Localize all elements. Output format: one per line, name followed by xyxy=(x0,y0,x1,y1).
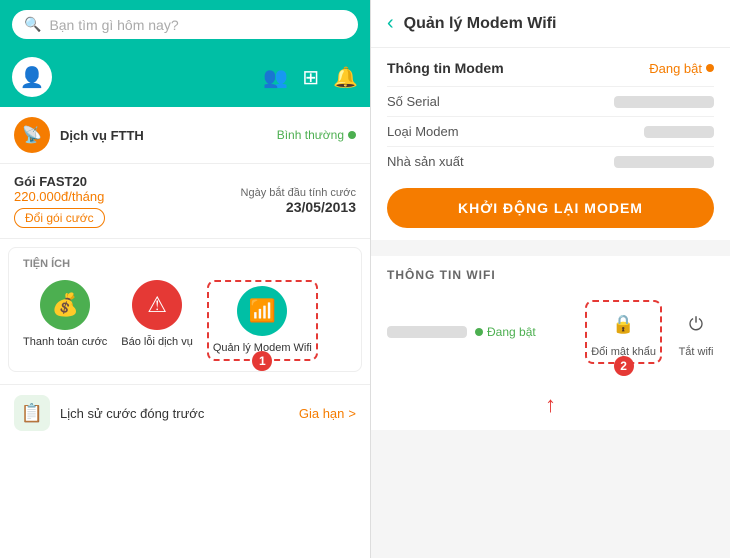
status-dot xyxy=(348,131,356,139)
search-input-wrap[interactable]: 🔍 Bạn tìm gì hôm nay? xyxy=(12,10,358,39)
history-action[interactable]: Gia hạn > xyxy=(299,406,356,421)
turn-off-wifi-label: Tắt wifi xyxy=(679,346,714,358)
plan-left: Gói FAST20 220.000đ/tháng Đổi gói cước xyxy=(14,174,105,228)
search-bar: 🔍 Bạn tìm gì hôm nay? xyxy=(0,0,370,49)
history-left: 📋 Lịch sử cước đóng trước xyxy=(14,395,204,431)
service-row: 📡 Dịch vụ FTTH Bình thường xyxy=(0,107,370,164)
qr-icon[interactable]: ⊞ xyxy=(302,65,319,90)
manufacturer-row: Nhà sản xuất xyxy=(387,146,714,176)
user-bar: 👤 👥 ⊞ 🔔 xyxy=(0,49,370,107)
history-action-text: Gia hạn xyxy=(299,406,345,421)
restart-modem-button[interactable]: KHỞI ĐỘNG LẠI MODEM xyxy=(387,188,714,228)
wifi-actions: 🔒 Đổi mật khẩu 2 ⏻ Tắt wifi xyxy=(585,300,714,364)
plan-name: Gói FAST20 xyxy=(14,174,105,189)
search-icon: 🔍 xyxy=(24,16,41,33)
payment-icon: 💰 xyxy=(40,280,90,330)
arrow-up-icon: ↑ xyxy=(387,392,714,418)
badge-2: 2 xyxy=(614,356,634,376)
left-panel: 🔍 Bạn tìm gì hôm nay? 👤 👥 ⊞ 🔔 📡 Dịch vụ … xyxy=(0,0,370,558)
modem-section-header: Thông tin Modem Đang bật xyxy=(387,60,714,76)
modem-status: Đang bật xyxy=(649,61,714,76)
wifi-section-title: THÔNG TIN WIFI xyxy=(387,268,714,282)
history-icon: 📋 xyxy=(14,395,50,431)
wifi-name xyxy=(387,326,467,338)
lock-icon: 🔒 xyxy=(606,306,642,342)
modem-type-row: Loại Modem xyxy=(387,116,714,146)
tien-ich-item-payment[interactable]: 💰 Thanh toán cước xyxy=(23,280,107,361)
service-status: Bình thường xyxy=(277,128,356,142)
plan-date: 23/05/2013 xyxy=(241,199,356,215)
wifi-info-section: THÔNG TIN WIFI Đang bật 🔒 Đổi mật khẩu 2 xyxy=(371,256,730,430)
arrow-indicator: ↑ xyxy=(387,392,714,418)
modem-type-value xyxy=(644,126,714,138)
modem-wifi-icon: 📶 xyxy=(237,286,287,336)
manufacturer-value xyxy=(614,156,714,168)
modem-info-section: Thông tin Modem Đang bật Số Serial Loại … xyxy=(371,48,730,240)
power-icon: ⏻ xyxy=(678,306,714,342)
tien-ich-title: TIỆN ÍCH xyxy=(23,258,347,270)
history-text: Lịch sử cước đóng trước xyxy=(60,406,204,421)
tien-ich-item-report[interactable]: ⚠ Báo lỗi dịch vụ xyxy=(121,280,193,361)
history-row[interactable]: 📋 Lịch sử cước đóng trước Gia hạn > xyxy=(0,384,370,441)
plan-price: 220.000đ/tháng xyxy=(14,189,105,204)
modem-status-dot xyxy=(706,64,714,72)
modem-status-text: Đang bật xyxy=(649,61,702,76)
report-label: Báo lỗi dịch vụ xyxy=(121,336,193,349)
serial-value xyxy=(614,96,714,108)
wifi-status-text: Đang bật xyxy=(487,325,536,339)
right-panel: ‹ Quản lý Modem Wifi Thông tin Modem Đan… xyxy=(370,0,730,558)
report-icon: ⚠ xyxy=(132,280,182,330)
turn-off-wifi-action[interactable]: ⏻ Tắt wifi xyxy=(678,306,714,358)
right-header: ‹ Quản lý Modem Wifi xyxy=(371,0,730,48)
service-name: Dịch vụ FTTH xyxy=(60,128,144,143)
avatar[interactable]: 👤 xyxy=(12,57,52,97)
tien-ich-section: TIỆN ÍCH 💰 Thanh toán cước ⚠ Báo lỗi dịc… xyxy=(8,247,362,372)
back-button[interactable]: ‹ xyxy=(387,12,394,35)
plan-date-label: Ngày bắt đầu tính cước xyxy=(241,187,356,199)
service-status-text: Bình thường xyxy=(277,128,344,142)
manufacturer-label: Nhà sản xuất xyxy=(387,154,464,169)
payment-label: Thanh toán cước xyxy=(23,336,107,349)
change-plan-button[interactable]: Đổi gói cước xyxy=(14,208,105,228)
wifi-left: Đang bật xyxy=(387,325,536,339)
wifi-status: Đang bật xyxy=(475,325,536,339)
change-password-action[interactable]: 🔒 Đổi mật khẩu 2 xyxy=(585,300,662,364)
plan-right: Ngày bắt đầu tính cước 23/05/2013 xyxy=(241,187,356,215)
wifi-status-dot xyxy=(475,328,483,336)
search-placeholder: Bạn tìm gì hôm nay? xyxy=(49,17,178,33)
plan-row: Gói FAST20 220.000đ/tháng Đổi gói cước N… xyxy=(0,164,370,239)
wifi-row: Đang bật 🔒 Đổi mật khẩu 2 ⏻ Tắt wifi xyxy=(387,292,714,364)
tien-ich-grid: 💰 Thanh toán cước ⚠ Báo lỗi dịch vụ 📶 Qu… xyxy=(23,280,347,361)
group-icon[interactable]: 👥 xyxy=(263,65,288,90)
badge-1: 1 xyxy=(252,351,272,371)
modem-type-label: Loại Modem xyxy=(387,124,459,139)
service-left: 📡 Dịch vụ FTTH xyxy=(14,117,144,153)
bell-icon[interactable]: 🔔 xyxy=(333,65,358,90)
right-title: Quản lý Modem Wifi xyxy=(404,15,557,33)
tien-ich-item-modem[interactable]: 📶 Quản lý Modem Wifi 1 xyxy=(207,280,318,361)
serial-label: Số Serial xyxy=(387,94,440,109)
user-icons: 👥 ⊞ 🔔 xyxy=(263,65,358,90)
history-arrow: > xyxy=(348,406,356,421)
serial-row: Số Serial xyxy=(387,86,714,116)
service-icon: 📡 xyxy=(14,117,50,153)
modem-info-title: Thông tin Modem xyxy=(387,60,504,76)
